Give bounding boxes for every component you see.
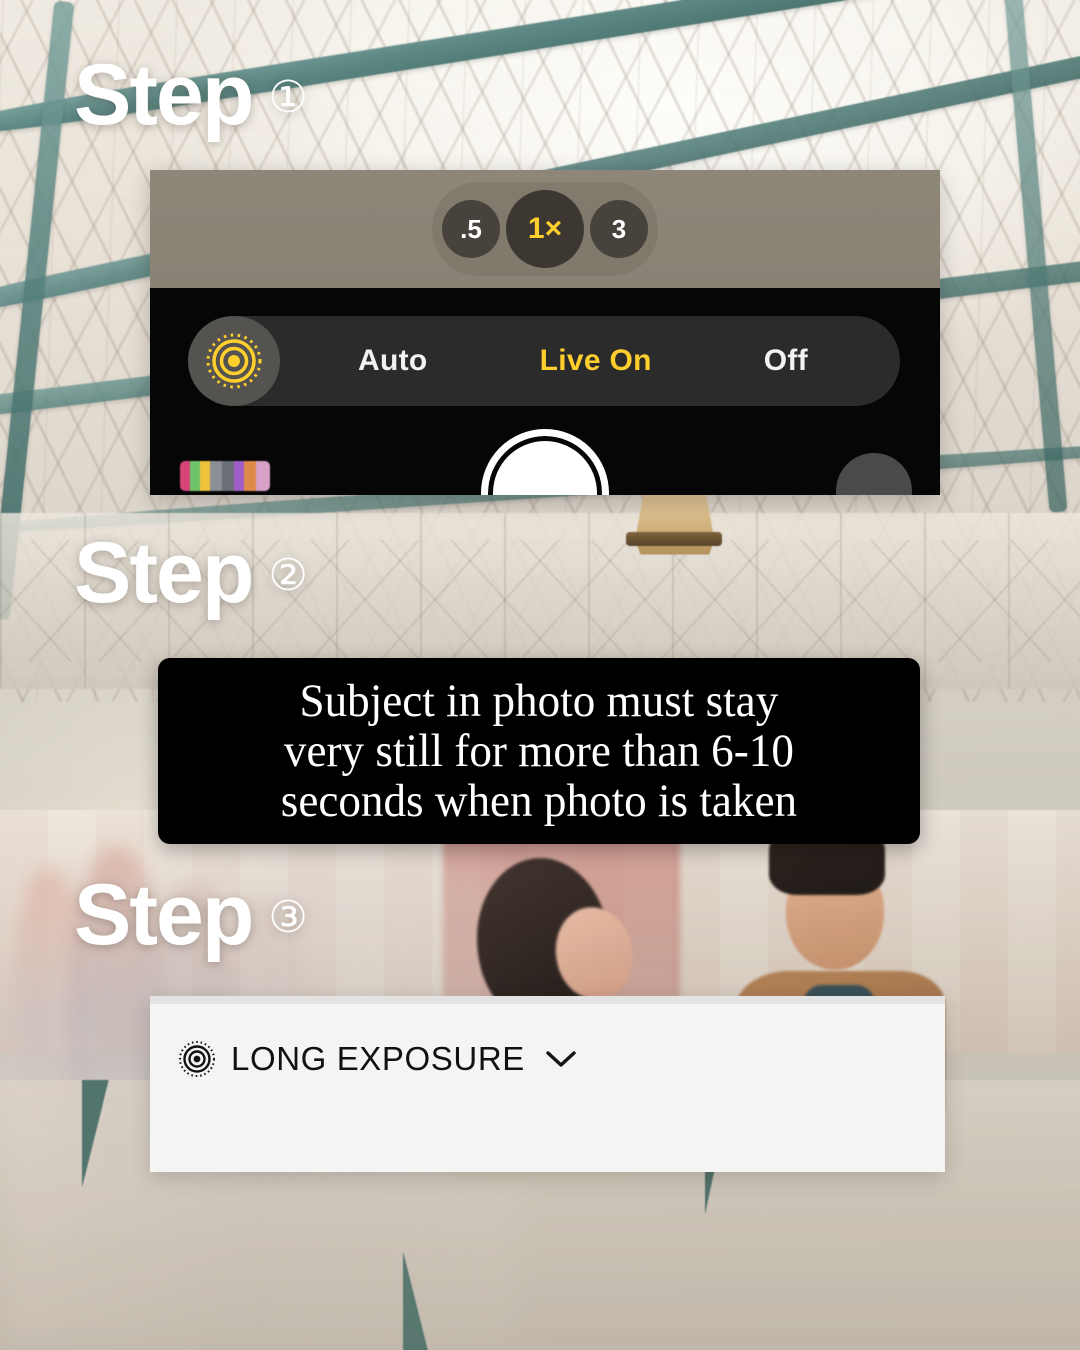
live-photo-options: Auto Live On Off <box>280 344 900 378</box>
long-exposure-row[interactable]: LONG EXPOSURE <box>150 1004 945 1078</box>
camera-ui-screenshot: .5 1× 3 Auto Live On Off <box>150 170 940 495</box>
lantern-rim <box>626 531 723 546</box>
live-photo-mode-bar[interactable]: Auto Live On Off <box>188 316 900 406</box>
caption-line-1: Subject in photo must stay <box>299 674 779 727</box>
live-photo-icon-button[interactable] <box>188 316 280 406</box>
camera-viewfinder-top: .5 1× 3 <box>150 170 940 288</box>
panel-top-strip <box>150 996 945 1004</box>
shutter-button[interactable] <box>481 429 609 495</box>
step-1-word: Step <box>74 47 254 143</box>
step-2-number: ② <box>268 551 308 600</box>
chevron-down-icon[interactable] <box>544 1048 578 1070</box>
zoom-level-selector[interactable]: .5 1× 3 <box>432 182 658 276</box>
screenshot-root: Step ① .5 1× 3 Auto Live On Off Step ② S… <box>0 0 1080 1350</box>
zoom-option-1x[interactable]: 1× <box>506 190 584 268</box>
step-3-word: Step <box>74 867 254 963</box>
zoom-option-half[interactable]: .5 <box>442 200 500 258</box>
photo-library-thumbnail[interactable] <box>180 461 270 491</box>
step-1-heading: Step ① <box>74 52 308 138</box>
step-2-heading: Step ② <box>74 530 308 616</box>
long-exposure-label: LONG EXPOSURE <box>231 1040 525 1077</box>
step-3-number: ③ <box>268 893 308 942</box>
step-2-word: Step <box>74 525 254 621</box>
step-1-number: ① <box>268 73 308 122</box>
camera-controls-bottom: Auto Live On Off <box>150 288 940 495</box>
caption-line-3: seconds when photo is taken <box>280 775 798 828</box>
live-photo-icon <box>205 332 263 390</box>
live-photo-icon <box>178 1040 216 1078</box>
live-photo-option-live-on[interactable]: Live On <box>540 344 652 378</box>
caption-line-2: very still for more than 6-10 <box>283 724 794 777</box>
flip-camera-button[interactable] <box>836 453 912 495</box>
live-photo-option-auto[interactable]: Auto <box>358 344 428 378</box>
long-exposure-panel: LONG EXPOSURE <box>150 996 945 1172</box>
instruction-caption-card: Subject in photo must stay very still fo… <box>158 658 920 844</box>
live-photo-option-off[interactable]: Off <box>764 344 808 378</box>
zoom-option-3x[interactable]: 3 <box>590 200 648 258</box>
caption-text: Subject in photo must stay very still fo… <box>267 674 810 828</box>
step-3-heading: Step ③ <box>74 872 308 958</box>
